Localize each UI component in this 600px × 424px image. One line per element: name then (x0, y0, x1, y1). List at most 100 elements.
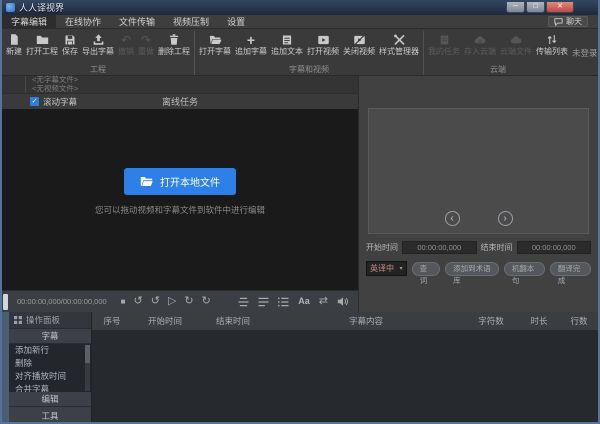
col-end-time: 结束时间 (198, 315, 268, 327)
list-view-button[interactable] (278, 297, 289, 307)
end-time-input[interactable]: 00:00:00,000 (517, 241, 592, 254)
col-duration: 时长 (518, 315, 560, 327)
toolbar-group-cloud-label: 云端 (490, 65, 506, 75)
login-status[interactable]: 未登录 (572, 47, 598, 59)
transfer-list-button[interactable]: 传输列表 (534, 31, 570, 65)
toolbar-group-subtitle-video: 打开字幕 + 追加字幕 追加文本 打开视频 (194, 31, 423, 75)
toolbar-group-project: 新建 打开工程 保存 导出字幕 (2, 31, 194, 75)
delete-project-button[interactable]: 删除工程 (156, 31, 192, 65)
operation-panel-title: 操作面板 (26, 314, 60, 326)
export-icon (92, 32, 105, 47)
side-strip (2, 312, 9, 422)
text-doc-icon (281, 32, 293, 47)
save-to-cloud-button[interactable]: 存入云端 (462, 31, 498, 65)
translate-row: 英译中 ▾ 查词 添加到术语库 机翻本句 翻译完成 (359, 261, 598, 276)
style-manager-button[interactable]: 样式管理器 (377, 31, 421, 65)
start-time-input[interactable]: 00:00:00,000 (402, 241, 477, 254)
lookup-word-button[interactable]: 查词 (412, 262, 441, 276)
undo-icon: ↶ (121, 32, 131, 47)
subtitle-table: 序号 开始时间 结束时间 字幕内容 字符数 时长 行数 (92, 312, 598, 422)
open-subtitle-button[interactable]: 打开字幕 (197, 31, 233, 65)
section-tools[interactable]: 工具 (9, 407, 91, 422)
export-subtitle-button[interactable]: 导出字幕 (80, 31, 116, 65)
col-content: 字幕内容 (268, 315, 464, 327)
translate-direction-value: 英译中 (370, 263, 400, 274)
minimize-button[interactable]: ─ (506, 2, 525, 13)
cloud-files-button[interactable]: 云端文件 (498, 31, 534, 65)
playbar-handle[interactable] (3, 294, 8, 310)
close-button[interactable]: ✕ (546, 2, 574, 13)
stop-button[interactable]: ■ (121, 296, 126, 307)
start-time-label: 开始时间 (366, 242, 398, 253)
no-video-file-label: <无视频文件> (32, 85, 358, 94)
playback-bar: 00:00:00,000/00:00:00,000 ■ ↺ ↺ ▷ ↻ ↻ Aa… (2, 290, 358, 312)
folder-icon (36, 32, 49, 47)
seek-forward-button[interactable]: ↻ (184, 296, 193, 307)
delete-line-item[interactable]: 删除 (9, 357, 91, 370)
machine-translate-button[interactable]: 机翻本句 (504, 262, 545, 276)
add-to-termbase-button[interactable]: 添加到术语库 (445, 262, 499, 276)
toolbar: 新建 打开工程 保存 导出字幕 (2, 29, 598, 76)
app-logo-icon (6, 3, 15, 12)
focus-line-button[interactable] (238, 297, 249, 307)
open-video-button[interactable]: 打开视频 (305, 31, 341, 65)
merge-subtitle-item[interactable]: 合并字幕 (9, 383, 91, 392)
chat-label: 聊天 (566, 16, 582, 27)
menu-online-collab[interactable]: 在线协作 (56, 15, 110, 28)
save-icon (64, 32, 76, 47)
chat-button[interactable]: 聊天 (548, 16, 588, 27)
folder-open-icon (140, 176, 153, 187)
play-button[interactable]: ▷ (168, 296, 176, 307)
font-settings-button[interactable]: Aa (298, 296, 310, 307)
clipboard-icon (439, 32, 450, 47)
section-subtitle[interactable]: 字幕 (9, 329, 91, 344)
subtitle-table-body[interactable] (92, 331, 598, 422)
file-status: <无字幕文件> <无视频文件> (25, 76, 358, 93)
window-controls: ─ □ ✕ (505, 2, 574, 13)
add-new-line-item[interactable]: 添加新行 (9, 344, 91, 357)
align-playtime-item[interactable]: 对齐播放时间 (9, 370, 91, 383)
close-video-button[interactable]: 关闭视频 (341, 31, 377, 65)
open-project-button[interactable]: 打开工程 (24, 31, 60, 65)
open-local-file-label: 打开本地文件 (160, 174, 220, 189)
time-row: 开始时间 00:00:00,000 结束时间 00:00:00,000 (359, 241, 598, 254)
seek-back-button[interactable]: ↺ (151, 296, 160, 307)
undo-button[interactable]: ↶ 撤销 (116, 31, 136, 65)
next-subtitle-button[interactable]: › (498, 211, 513, 226)
grid-icon (14, 316, 22, 324)
video-off-icon (353, 32, 366, 47)
section-edit[interactable]: 编辑 (9, 392, 91, 407)
prev-subtitle-button[interactable]: ‹ (445, 211, 460, 226)
new-button[interactable]: 新建 (4, 31, 24, 65)
operation-panel: 操作面板 字幕 添加新行 删除 对齐播放时间 合并字幕 编辑 工具 (9, 312, 92, 422)
loop-toggle-button[interactable]: ⇄ (319, 296, 328, 307)
menu-file-transfer[interactable]: 文件传输 (110, 15, 164, 28)
append-text-button[interactable]: 追加文本 (269, 31, 305, 65)
translation-done-button[interactable]: 翻译完成 (550, 262, 591, 276)
save-button[interactable]: 保存 (60, 31, 80, 65)
cloud-icon (509, 32, 523, 47)
append-subtitle-button[interactable]: + 追加字幕 (233, 31, 269, 65)
seek-forward-long-button[interactable]: ↻ (202, 296, 211, 307)
video-preview: ‹ › (368, 108, 589, 234)
file-dropzone[interactable]: 打开本地文件 您可以拖动视频和字幕文件到软件中进行编辑 (2, 109, 358, 290)
align-lines-button[interactable] (258, 297, 269, 307)
maximize-button[interactable]: □ (526, 2, 545, 13)
my-tasks-button[interactable]: 我的任务 (426, 31, 462, 65)
redo-button[interactable]: ↷ 重做 (136, 31, 156, 65)
ops-scrollbar[interactable] (85, 345, 90, 391)
col-line-count: 行数 (560, 315, 598, 327)
volume-button[interactable] (337, 296, 349, 307)
menu-subtitle-edit[interactable]: 字幕编辑 (2, 15, 56, 28)
window-title: 人人译视界 (19, 1, 64, 14)
menu-video-encode[interactable]: 视频压制 (164, 15, 218, 28)
translate-direction-select[interactable]: 英译中 ▾ (366, 261, 407, 276)
style-tools-icon (393, 32, 406, 47)
cloud-upload-icon (473, 32, 487, 47)
open-local-file-button[interactable]: 打开本地文件 (124, 168, 236, 195)
video-panel: ‹ › 开始时间 00:00:00,000 结束时间 00:00:00,000 … (358, 76, 598, 312)
menu-settings[interactable]: 设置 (218, 15, 254, 28)
seek-back-long-button[interactable]: ↺ (134, 296, 143, 307)
user-area: 未登录 (572, 31, 598, 75)
col-start-time: 开始时间 (132, 315, 198, 327)
